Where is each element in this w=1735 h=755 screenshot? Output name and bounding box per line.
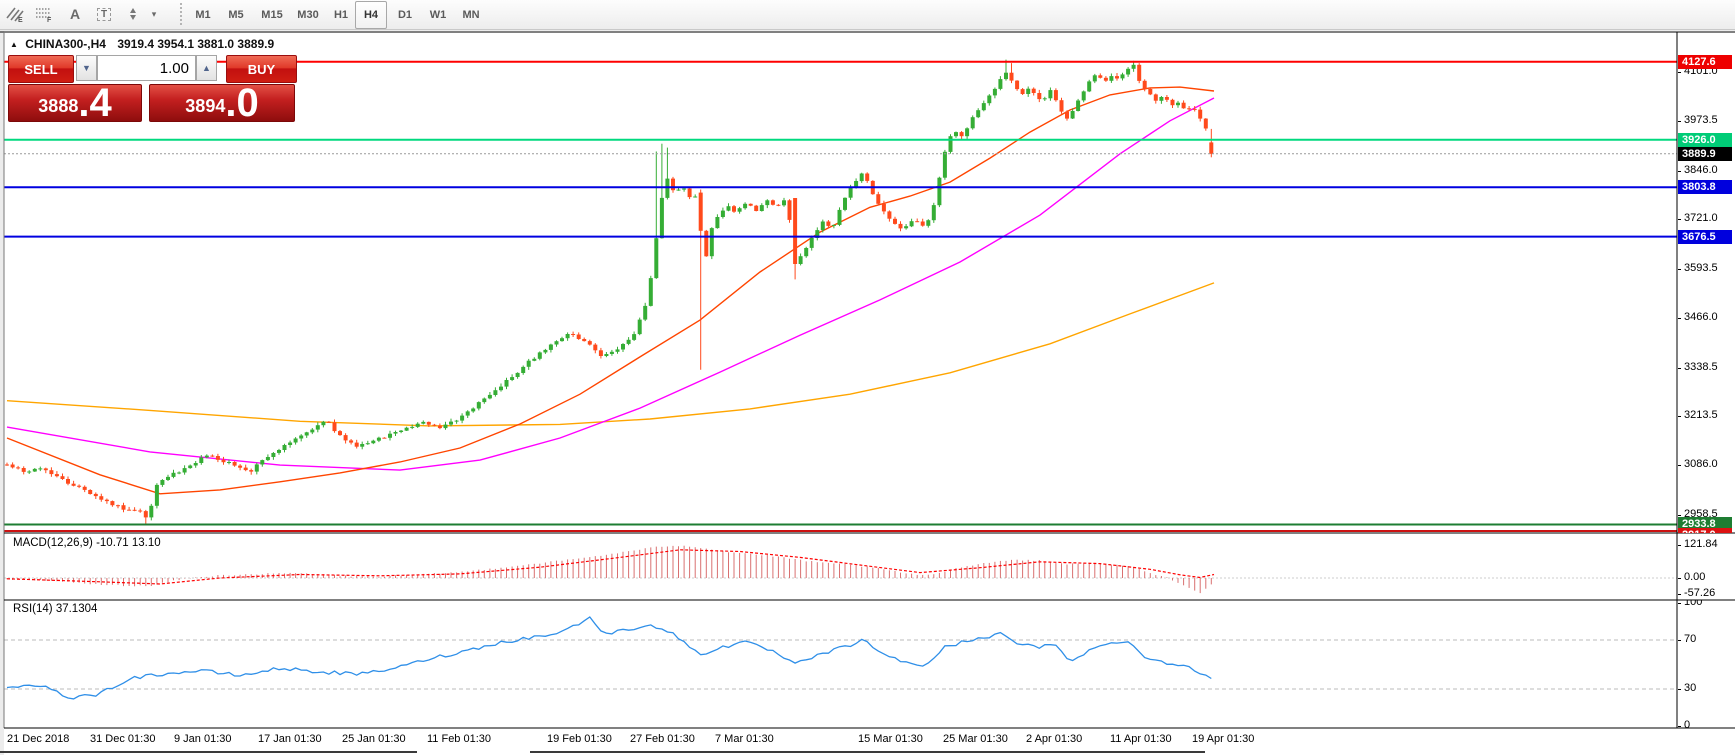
price-axis-tick: 3338.5 <box>1684 361 1718 373</box>
axis-tick-mark <box>1678 219 1681 220</box>
axis-tick-mark <box>1678 269 1681 270</box>
rsi-label: RSI(14) 37.1304 <box>13 603 97 615</box>
macd-axis[interactable]: 121.84 0.00 -57.26 <box>1678 533 1735 600</box>
rsi-axis-tick: 0 <box>1684 719 1690 728</box>
time-axis-label: 2 Apr 01:30 <box>1026 733 1082 745</box>
sell-price-main: 3888 <box>38 97 78 115</box>
sell-price-fraction: .4 <box>78 87 111 120</box>
volume-increase-button[interactable]: ▲ <box>196 55 217 81</box>
price-level-badge: 3803.8 <box>1678 180 1732 194</box>
symbol-name: CHINA300-,H4 <box>25 37 106 51</box>
caret-up-icon: ▲ <box>202 64 211 73</box>
rsi-axis-tick: 30 <box>1684 682 1696 694</box>
price-level-badge: 4127.6 <box>1678 55 1732 69</box>
macd-axis-tick: 121.84 <box>1684 538 1718 550</box>
price-level-badge: 3676.5 <box>1678 230 1732 244</box>
buy-price-fraction: .0 <box>225 87 258 120</box>
axis-tick-mark <box>1678 689 1681 690</box>
price-axis-tick: 3086.0 <box>1684 458 1718 470</box>
symbol-collapse-icon[interactable]: ▲ <box>10 40 18 49</box>
macd-label: MACD(12,26,9) -10.71 13.10 <box>13 537 161 549</box>
axis-tick-mark <box>1678 318 1681 319</box>
axis-tick-mark <box>1678 594 1681 595</box>
rsi-axis-tick: 70 <box>1684 633 1696 645</box>
axis-tick-mark <box>1678 545 1681 546</box>
time-axis-label: 17 Jan 01:30 <box>258 733 322 745</box>
price-axis[interactable]: 4101.03973.53846.03721.03593.53466.03338… <box>1678 32 1735 533</box>
price-axis-tick: 3973.5 <box>1684 114 1718 126</box>
rsi-axis[interactable]: 100 70 30 0 <box>1678 600 1735 728</box>
axis-tick-mark <box>1678 515 1681 516</box>
time-axis-label: 31 Dec 01:30 <box>90 733 155 745</box>
price-axis-tick: 3721.0 <box>1684 212 1718 224</box>
time-axis-label: 25 Jan 01:30 <box>342 733 406 745</box>
chart-window: ▲ CHINA300-,H4 3919.4 3954.1 3881.0 3889… <box>4 31 1735 755</box>
axis-tick-mark <box>1678 416 1681 417</box>
caret-down-icon: ▼ <box>82 64 91 73</box>
trading-platform-screen: E F A T ▾ M1M5M15M30H1H4D1W1MN <box>0 0 1735 755</box>
time-axis-label: 11 Apr 01:30 <box>1110 733 1172 745</box>
time-axis-label: 19 Feb 01:30 <box>547 733 612 745</box>
buy-button[interactable]: BUY <box>226 55 297 83</box>
axis-tick-mark <box>1678 640 1681 641</box>
buy-button-label: BUY <box>248 62 275 77</box>
axis-tick-mark <box>1678 72 1681 73</box>
axis-tick-mark <box>1678 465 1681 466</box>
price-level-badge: 3926.0 <box>1678 133 1732 147</box>
symbol-info-line: ▲ CHINA300-,H4 3919.4 3954.1 3881.0 3889… <box>10 37 274 51</box>
volume-input[interactable]: 1.00 <box>97 55 196 81</box>
time-axis-label: 27 Feb 01:30 <box>630 733 695 745</box>
horizontal-scrollbar[interactable] <box>530 751 1205 753</box>
rsi-axis-tick: 100 <box>1684 600 1702 608</box>
time-axis-label: 7 Mar 01:30 <box>715 733 774 745</box>
axis-tick-mark <box>1678 578 1681 579</box>
axis-tick-mark <box>1678 726 1681 727</box>
price-axis-tick: 3466.0 <box>1684 311 1718 323</box>
macd-axis-tick: -57.26 <box>1684 587 1715 599</box>
price-axis-tick: 3846.0 <box>1684 164 1718 176</box>
price-axis-tick: 3593.5 <box>1684 262 1718 274</box>
axis-tick-mark <box>1678 368 1681 369</box>
axis-tick-mark <box>1678 121 1681 122</box>
time-axis-label: 11 Feb 01:30 <box>427 733 491 745</box>
volume-value: 1.00 <box>160 60 189 77</box>
price-level-badge: 3889.9 <box>1678 147 1732 161</box>
horizontal-scrollbar[interactable] <box>0 751 417 753</box>
buy-price-main: 3894 <box>185 97 225 115</box>
sell-button[interactable]: SELL <box>8 55 74 83</box>
macd-axis-tick: 0.00 <box>1684 571 1705 583</box>
time-axis-label: 19 Apr 01:30 <box>1192 733 1254 745</box>
sell-price-button[interactable]: 3888 .4 <box>8 84 142 122</box>
time-axis-label: 25 Mar 01:30 <box>943 733 1008 745</box>
buy-price-button[interactable]: 3894 .0 <box>149 84 295 122</box>
time-axis-label: 9 Jan 01:30 <box>174 733 232 745</box>
symbol-ohlc: 3919.4 3954.1 3881.0 3889.9 <box>117 37 274 51</box>
axis-tick-mark <box>1678 603 1681 604</box>
price-axis-tick: 3213.5 <box>1684 409 1718 421</box>
sell-button-label: SELL <box>24 62 57 77</box>
volume-decrease-button[interactable]: ▼ <box>76 55 97 81</box>
axis-tick-mark <box>1678 171 1681 172</box>
time-axis-label: 15 Mar 01:30 <box>858 733 923 745</box>
time-axis-label: 21 Dec 2018 <box>7 733 69 745</box>
